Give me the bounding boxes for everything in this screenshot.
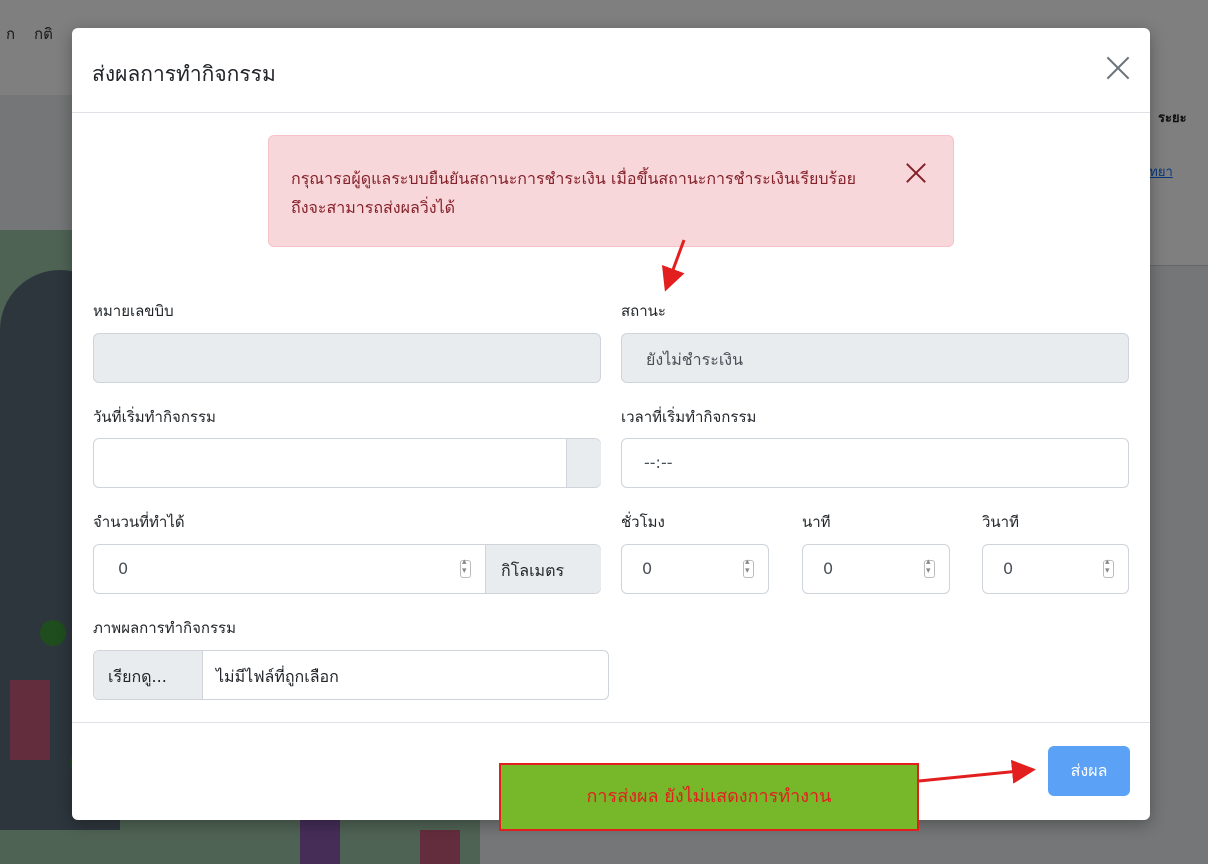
modal-title: ส่งผลการทำกิจกรรม: [92, 62, 276, 86]
browse-label: เรียกดู...: [108, 667, 167, 686]
alert-message: กรุณารอผู้ดูแลระบบยืนยันสถานะการชำระเงิน…: [291, 169, 857, 217]
file-input[interactable]: เรียกดู... ไม่มีไฟล์ที่ถูกเลือก: [93, 650, 609, 700]
seconds-spinner-icon[interactable]: [1103, 557, 1114, 578]
calendar-addon[interactable]: [566, 439, 601, 487]
status-label: สถานะ: [621, 302, 666, 320]
hours-label: ชั่วโมง: [621, 513, 665, 531]
minutes-label: นาที: [802, 513, 831, 531]
image-label: ภาพผลการทำกิจกรรม: [93, 619, 237, 637]
start-time-input[interactable]: --:--: [621, 438, 1129, 488]
no-file-text: ไม่มีไฟล์ที่ถูกเลือก: [216, 667, 339, 686]
bib-field: [93, 333, 601, 383]
status-value: ยังไม่ชำระเงิน: [646, 350, 744, 369]
close-icon[interactable]: [1104, 54, 1132, 82]
alert-close-icon[interactable]: [905, 162, 927, 184]
payment-alert: กรุณารอผู้ดูแลระบบยืนยันสถานะการชำระเงิน…: [268, 135, 954, 247]
distance-unit: กิโลเมตร: [501, 561, 565, 580]
distance-input-group: 0 กิโลเมตร: [93, 544, 601, 594]
start-time-value: --:--: [644, 453, 673, 472]
minutes-input[interactable]: 0: [802, 544, 950, 594]
seconds-value: 0: [1003, 559, 1014, 578]
seconds-input[interactable]: 0: [982, 544, 1129, 594]
distance-unit-addon: กิโลเมตร: [485, 545, 601, 593]
seconds-label: วินาที: [982, 513, 1019, 531]
status-field: ยังไม่ชำระเงิน: [621, 333, 1129, 383]
distance-spinner-icon[interactable]: [460, 557, 471, 578]
submit-result-modal: ส่งผลการทำกิจกรรม กรุณารอผู้ดูแลระบบยืนย…: [72, 28, 1150, 820]
hours-input[interactable]: 0: [621, 544, 769, 594]
hours-spinner-icon[interactable]: [743, 557, 754, 578]
start-date-label: วันที่เริ่มทำกิจกรรม: [93, 408, 216, 426]
modal-header: ส่งผลการทำกิจกรรม: [72, 28, 1150, 113]
minutes-spinner-icon[interactable]: [924, 557, 935, 578]
hours-value: 0: [642, 559, 653, 578]
minutes-value: 0: [823, 559, 834, 578]
start-date-input[interactable]: [93, 438, 601, 488]
bib-label: หมายเลขบิบ: [93, 302, 174, 320]
annotation-note: การส่งผล ยังไม่แสดงการทำงาน: [499, 763, 919, 831]
distance-value[interactable]: 0: [118, 559, 128, 578]
distance-label: จำนวนที่ทำได้: [93, 513, 185, 531]
submit-button[interactable]: ส่งผล: [1048, 746, 1130, 796]
modal-footer-divider: [72, 722, 1150, 723]
browse-button[interactable]: เรียกดู...: [94, 651, 203, 699]
start-time-label: เวลาที่เริ่มทำกิจกรรม: [621, 408, 757, 426]
